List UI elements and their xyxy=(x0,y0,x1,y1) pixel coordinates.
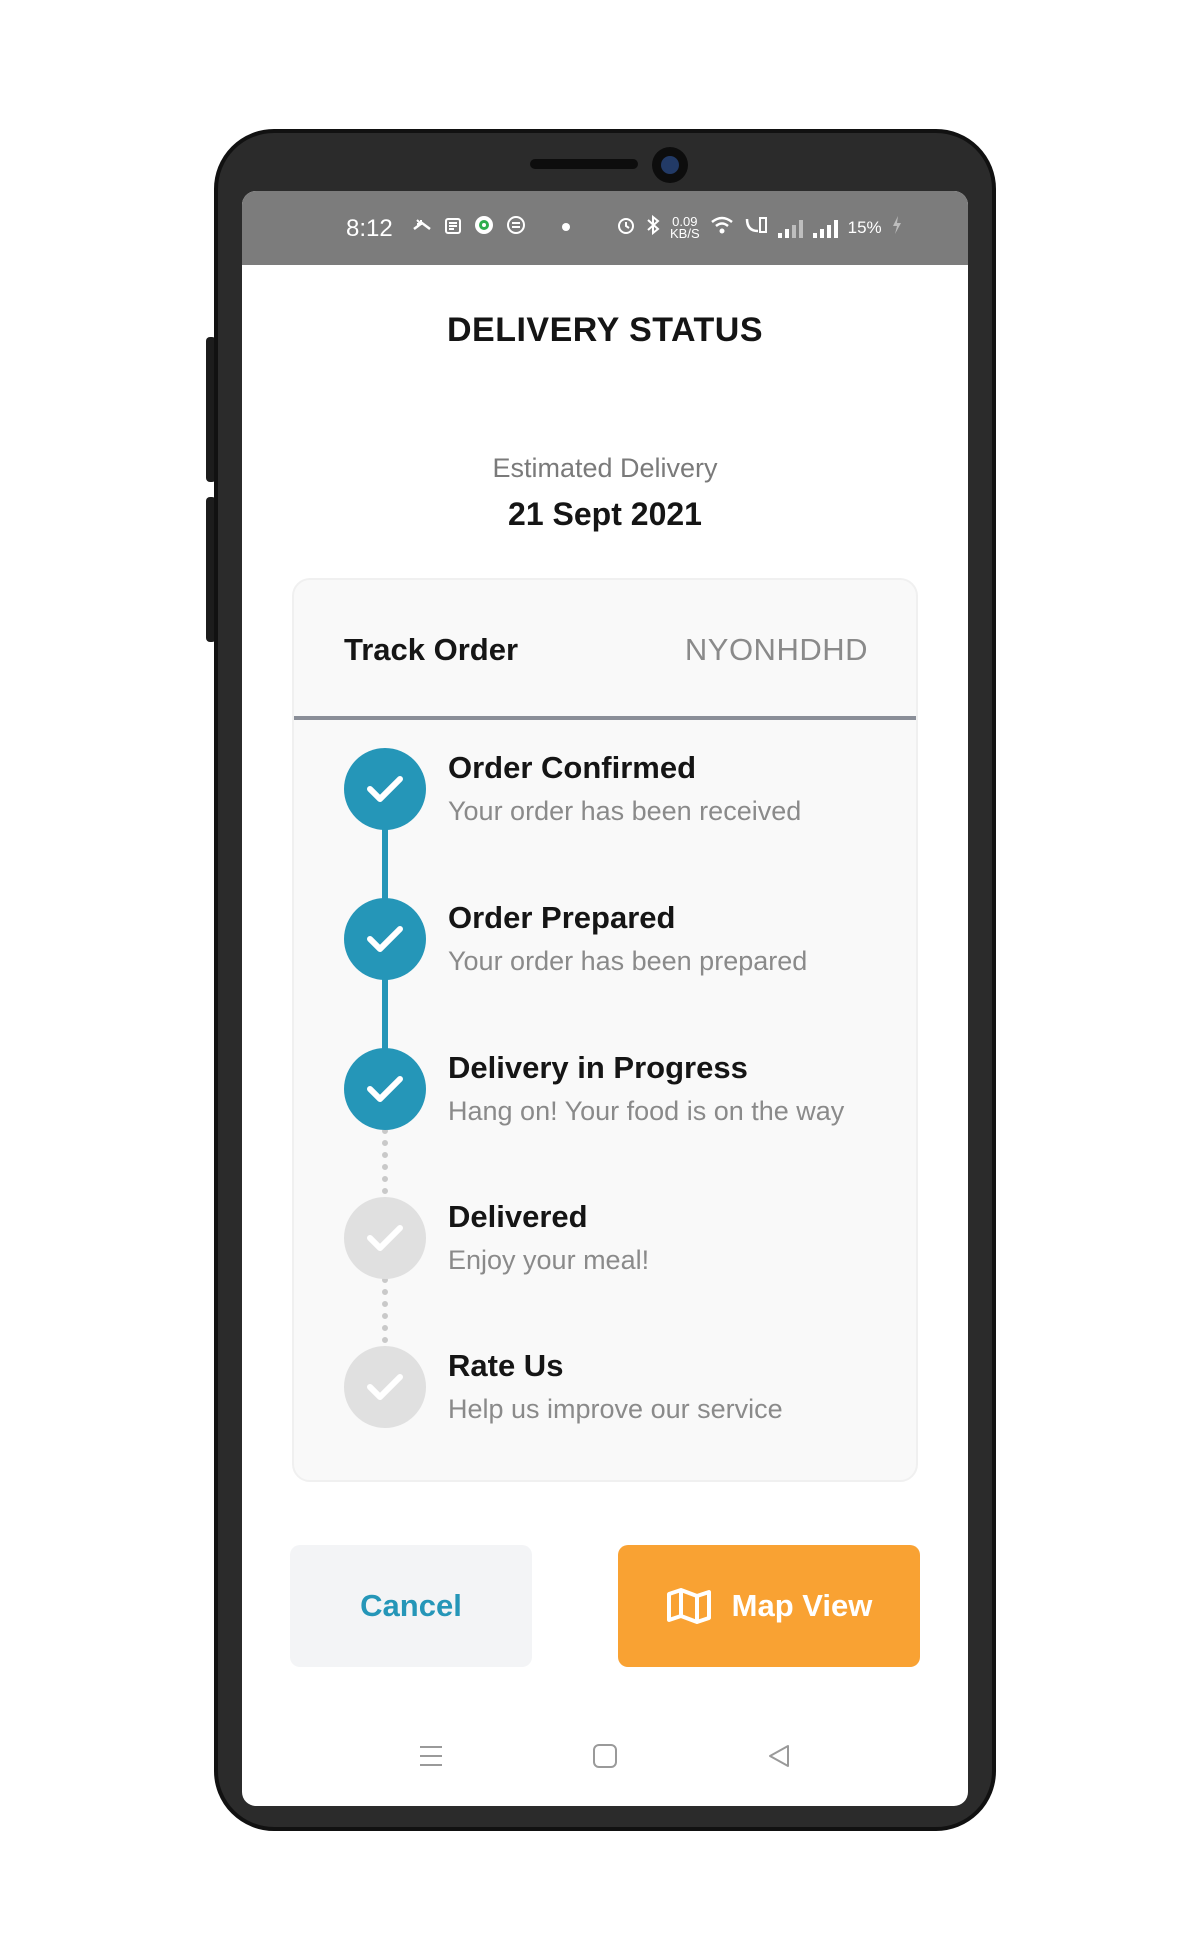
battery-level: 15% xyxy=(847,218,882,237)
news-icon xyxy=(444,215,462,241)
home-square-icon xyxy=(593,1744,617,1768)
check-icon xyxy=(367,1374,403,1400)
step-description: Enjoy your meal! xyxy=(448,1245,650,1275)
home-button[interactable] xyxy=(580,1731,630,1781)
status-bar: 8:12 0.09 KB/S 15% xyxy=(242,191,968,265)
bluetooth-icon xyxy=(646,214,660,241)
phone-frame: 8:12 0.09 KB/S 15% DELIVERY STATUS Estim… xyxy=(214,129,996,1831)
alarm-icon xyxy=(616,215,636,241)
notification-icons xyxy=(412,215,526,241)
step-description: Help us improve our service xyxy=(448,1394,783,1424)
step-status-indicator xyxy=(344,898,426,980)
signal-sim2-icon xyxy=(812,218,838,238)
missed-call-icon xyxy=(412,215,432,241)
step-title: Delivery in Progress xyxy=(448,1050,748,1085)
app-notification-icon xyxy=(474,215,494,241)
check-icon xyxy=(367,926,403,952)
system-icons: 0.09 KB/S 15% xyxy=(616,214,902,241)
back-triangle-icon xyxy=(769,1745,789,1767)
volte-icon xyxy=(744,215,768,241)
status-time: 8:12 xyxy=(346,215,393,242)
system-nav-bar xyxy=(242,1731,968,1781)
track-order-label: Track Order xyxy=(344,632,519,667)
step-rate-us: Rate Us Help us improve our service xyxy=(294,1346,916,1456)
app-screen: 8:12 0.09 KB/S 15% DELIVERY STATUS Estim… xyxy=(242,191,968,1806)
step-title: Rate Us xyxy=(448,1348,564,1383)
step-title: Delivered xyxy=(448,1199,588,1234)
menu-icon xyxy=(420,1746,442,1766)
tracking-header: Track Order NYONHDHD xyxy=(294,580,916,718)
message-icon xyxy=(506,215,526,241)
step-status-indicator xyxy=(344,1346,426,1428)
map-icon xyxy=(666,1588,711,1624)
cancel-button[interactable]: Cancel xyxy=(290,1545,532,1667)
network-speed: 0.09 KB/S xyxy=(670,215,700,241)
map-view-label: Map View xyxy=(731,1588,873,1623)
step-description: Your order has been received xyxy=(448,796,802,826)
step-title: Order Confirmed xyxy=(448,750,697,785)
check-icon xyxy=(367,776,403,802)
estimated-delivery-label: Estimated Delivery xyxy=(492,453,718,483)
tracking-card: Track Order NYONHDHD Order Confirmed You… xyxy=(292,578,918,1482)
charging-icon xyxy=(892,215,902,241)
step-title: Order Prepared xyxy=(448,900,676,935)
check-icon xyxy=(367,1225,403,1251)
step-order-confirmed: Order Confirmed Your order has been rece… xyxy=(294,748,916,858)
step-description: Your order has been prepared xyxy=(448,946,808,976)
speed-unit: KB/S xyxy=(670,226,700,241)
check-icon xyxy=(367,1076,403,1102)
wifi-icon xyxy=(710,215,734,241)
front-camera xyxy=(652,147,688,183)
order-id: NYONHDHD xyxy=(684,632,868,667)
map-view-button[interactable]: Map View xyxy=(618,1545,920,1667)
step-status-indicator xyxy=(344,1197,426,1279)
back-button[interactable] xyxy=(754,1731,804,1781)
page-title: DELIVERY STATUS xyxy=(446,311,764,349)
phone-speaker xyxy=(530,159,638,169)
step-delivered: Delivered Enjoy your meal! xyxy=(294,1197,916,1307)
more-notifications-dot xyxy=(562,223,570,231)
step-description: Hang on! Your food is on the way xyxy=(448,1096,845,1126)
step-status-indicator xyxy=(344,748,426,830)
recent-apps-button[interactable] xyxy=(406,1731,456,1781)
step-order-prepared: Order Prepared Your order has been prepa… xyxy=(294,898,916,1008)
step-status-indicator xyxy=(344,1048,426,1130)
signal-sim1-icon xyxy=(777,218,803,238)
step-delivery-in-progress: Delivery in Progress Hang on! Your food … xyxy=(294,1048,916,1158)
cancel-button-label: Cancel xyxy=(360,1588,462,1623)
estimated-delivery-date: 21 Sept 2021 xyxy=(508,496,702,532)
header-divider xyxy=(294,716,916,720)
